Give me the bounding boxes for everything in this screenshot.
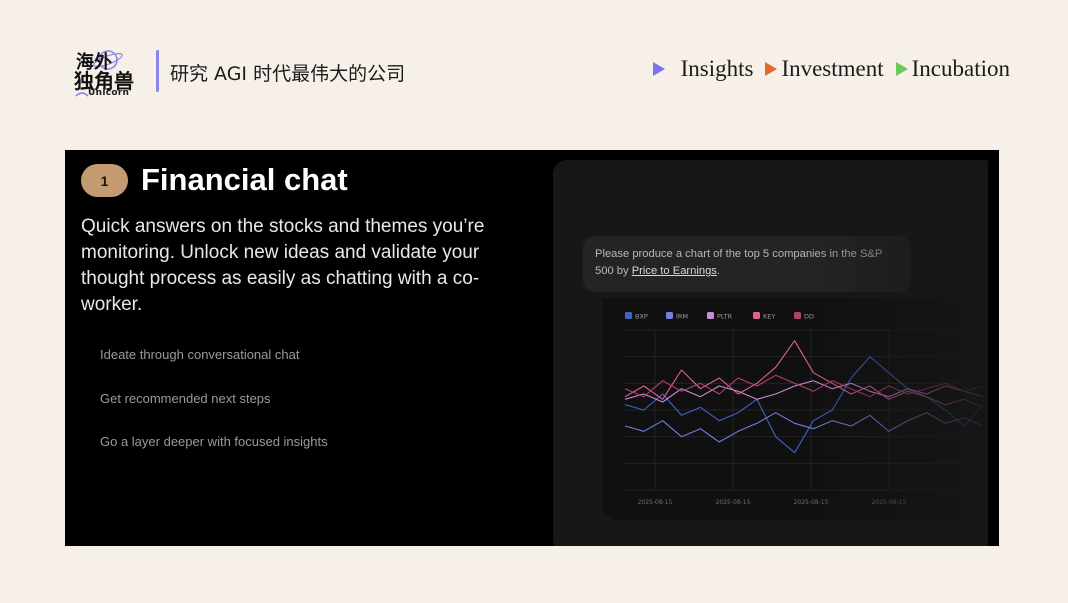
legend-swatch xyxy=(666,312,673,319)
nav-incubation-label: Incubation xyxy=(911,56,1010,81)
step-badge: 1 xyxy=(81,164,128,197)
triangle-icon xyxy=(895,62,908,76)
top-nav: Insights Investment Incubation xyxy=(641,56,1010,82)
bullet-item: Get recommended next steps xyxy=(100,390,271,406)
legend-label: BXP xyxy=(635,313,648,321)
series-line xyxy=(624,374,984,398)
nav-incubation[interactable]: Incubation xyxy=(895,56,1010,82)
legend-label: DD xyxy=(804,313,814,321)
feature-title: Financial chat xyxy=(141,162,348,197)
x-tick-label: 2025-08-15 xyxy=(794,499,829,506)
chat-preview-panel: Please produce a chart of the top 5 comp… xyxy=(553,160,988,546)
series-line xyxy=(624,340,984,408)
chart-card: BXP IRM PLTR KEY DD 2025-08-15 2025-08-15 2025-… xyxy=(603,298,988,520)
x-tick-label: 2025-08-15 xyxy=(638,499,673,506)
triangle-icon xyxy=(652,62,665,76)
legend-label: PLTR xyxy=(717,313,733,321)
logo-subtitle: Unicorn xyxy=(88,88,130,98)
x-tick-label: 2025-08-15 xyxy=(716,499,751,506)
header-divider xyxy=(156,50,159,92)
feature-description: Quick answers on the stocks and themes y… xyxy=(81,216,485,315)
legend-swatch xyxy=(707,312,714,319)
bullet-item: Ideate through conversational chat xyxy=(100,347,300,362)
legend-swatch xyxy=(625,312,632,319)
feature-slide: 1 Financial chat Quick answers on the st… xyxy=(65,150,999,546)
feature-bullets: Ideate through conversational chat Get r… xyxy=(100,347,328,478)
prompt-text-end: . xyxy=(716,265,721,277)
legend-label: KEY xyxy=(763,313,775,321)
nav-insights-label: Insights xyxy=(680,56,754,81)
nav-investment-label: Investment xyxy=(781,56,884,81)
nav-insights[interactable]: Insights xyxy=(652,56,754,82)
chat-prompt-bubble: Please produce a chart of the top 5 comp… xyxy=(583,236,911,292)
header: 海外 独角兽 Unicorn 研究 AGI 时代最伟大的公司 Insights … xyxy=(0,0,1068,140)
bullet-item: Go a layer deeper with focused insights xyxy=(100,434,328,449)
legend-swatch xyxy=(753,312,760,319)
triangle-icon xyxy=(765,62,778,76)
legend-swatch xyxy=(794,312,801,319)
tagline: 研究 AGI 时代最伟大的公司 xyxy=(170,63,406,85)
nav-investment[interactable]: Investment xyxy=(765,56,884,82)
x-tick-label: 2025-08-15 xyxy=(872,499,907,506)
pe-line-chart: BXP IRM PLTR KEY DD 2025-08-15 2025-08-15 2025-… xyxy=(624,312,984,506)
series-line xyxy=(624,356,984,454)
legend-label: IRM xyxy=(676,313,688,321)
prompt-link[interactable]: Price to Earnings xyxy=(632,265,717,277)
